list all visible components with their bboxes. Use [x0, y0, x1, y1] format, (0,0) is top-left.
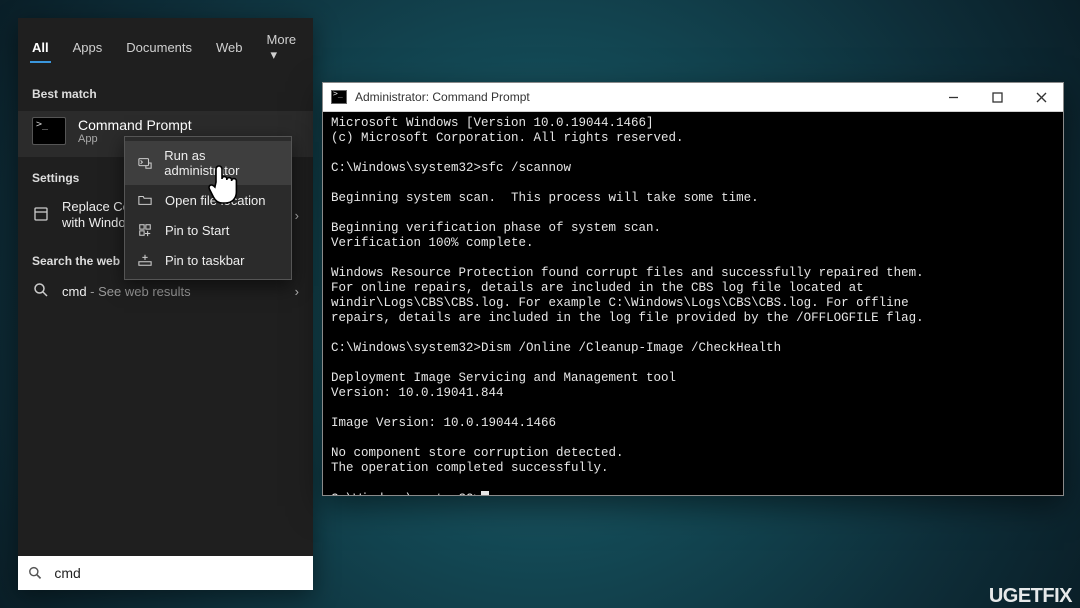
tab-documents[interactable]: Documents	[116, 32, 202, 65]
tab-web[interactable]: Web	[206, 32, 253, 65]
search-input[interactable]	[52, 564, 303, 582]
chevron-down-icon: ▾	[271, 47, 278, 62]
search-icon	[32, 282, 50, 301]
best-match-header: Best match	[18, 73, 313, 111]
context-menu: Run as administrator Open file location …	[124, 136, 292, 280]
menu-item-label: Run as administrator	[164, 148, 279, 178]
window-titlebar[interactable]: Administrator: Command Prompt	[323, 83, 1063, 112]
settings-icon	[32, 206, 50, 225]
close-button[interactable]	[1019, 83, 1063, 111]
watermark: UGETFIX	[989, 585, 1072, 608]
tab-apps[interactable]: Apps	[63, 32, 113, 65]
menu-pin-to-taskbar[interactable]: Pin to taskbar	[125, 245, 291, 275]
menu-item-label: Open file location	[165, 193, 265, 208]
maximize-button[interactable]	[975, 83, 1019, 111]
menu-item-label: Pin to Start	[165, 223, 229, 238]
tab-more[interactable]: More ▾	[257, 24, 309, 73]
pin-start-icon	[137, 222, 153, 238]
tab-more-label: More	[267, 32, 297, 47]
minimize-button[interactable]	[931, 83, 975, 111]
command-prompt-icon	[32, 117, 66, 145]
window-title: Administrator: Command Prompt	[355, 90, 530, 104]
menu-pin-to-start[interactable]: Pin to Start	[125, 215, 291, 245]
shield-admin-icon	[137, 155, 152, 171]
pin-taskbar-icon	[137, 252, 153, 268]
terminal-output[interactable]: Microsoft Windows [Version 10.0.19044.14…	[323, 112, 1063, 495]
menu-run-as-administrator[interactable]: Run as administrator	[125, 141, 291, 185]
folder-icon	[137, 192, 153, 208]
web-result-suffix: - See web results	[87, 284, 191, 299]
chevron-right-icon: ›	[295, 284, 299, 299]
chevron-right-icon: ›	[295, 208, 299, 223]
command-prompt-window: Administrator: Command Prompt Microsoft …	[322, 82, 1064, 496]
start-menu-panel: All Apps Documents Web More ▾ Best match…	[18, 18, 313, 590]
start-menu-tabs: All Apps Documents Web More ▾	[18, 18, 313, 73]
menu-open-file-location[interactable]: Open file location	[125, 185, 291, 215]
best-match-title: Command Prompt	[78, 117, 192, 133]
tab-all[interactable]: All	[22, 32, 59, 65]
web-result-query: cmd	[62, 284, 87, 299]
search-bar[interactable]	[18, 556, 313, 590]
search-icon	[28, 565, 42, 581]
command-prompt-icon	[331, 90, 347, 104]
menu-item-label: Pin to taskbar	[165, 253, 245, 268]
